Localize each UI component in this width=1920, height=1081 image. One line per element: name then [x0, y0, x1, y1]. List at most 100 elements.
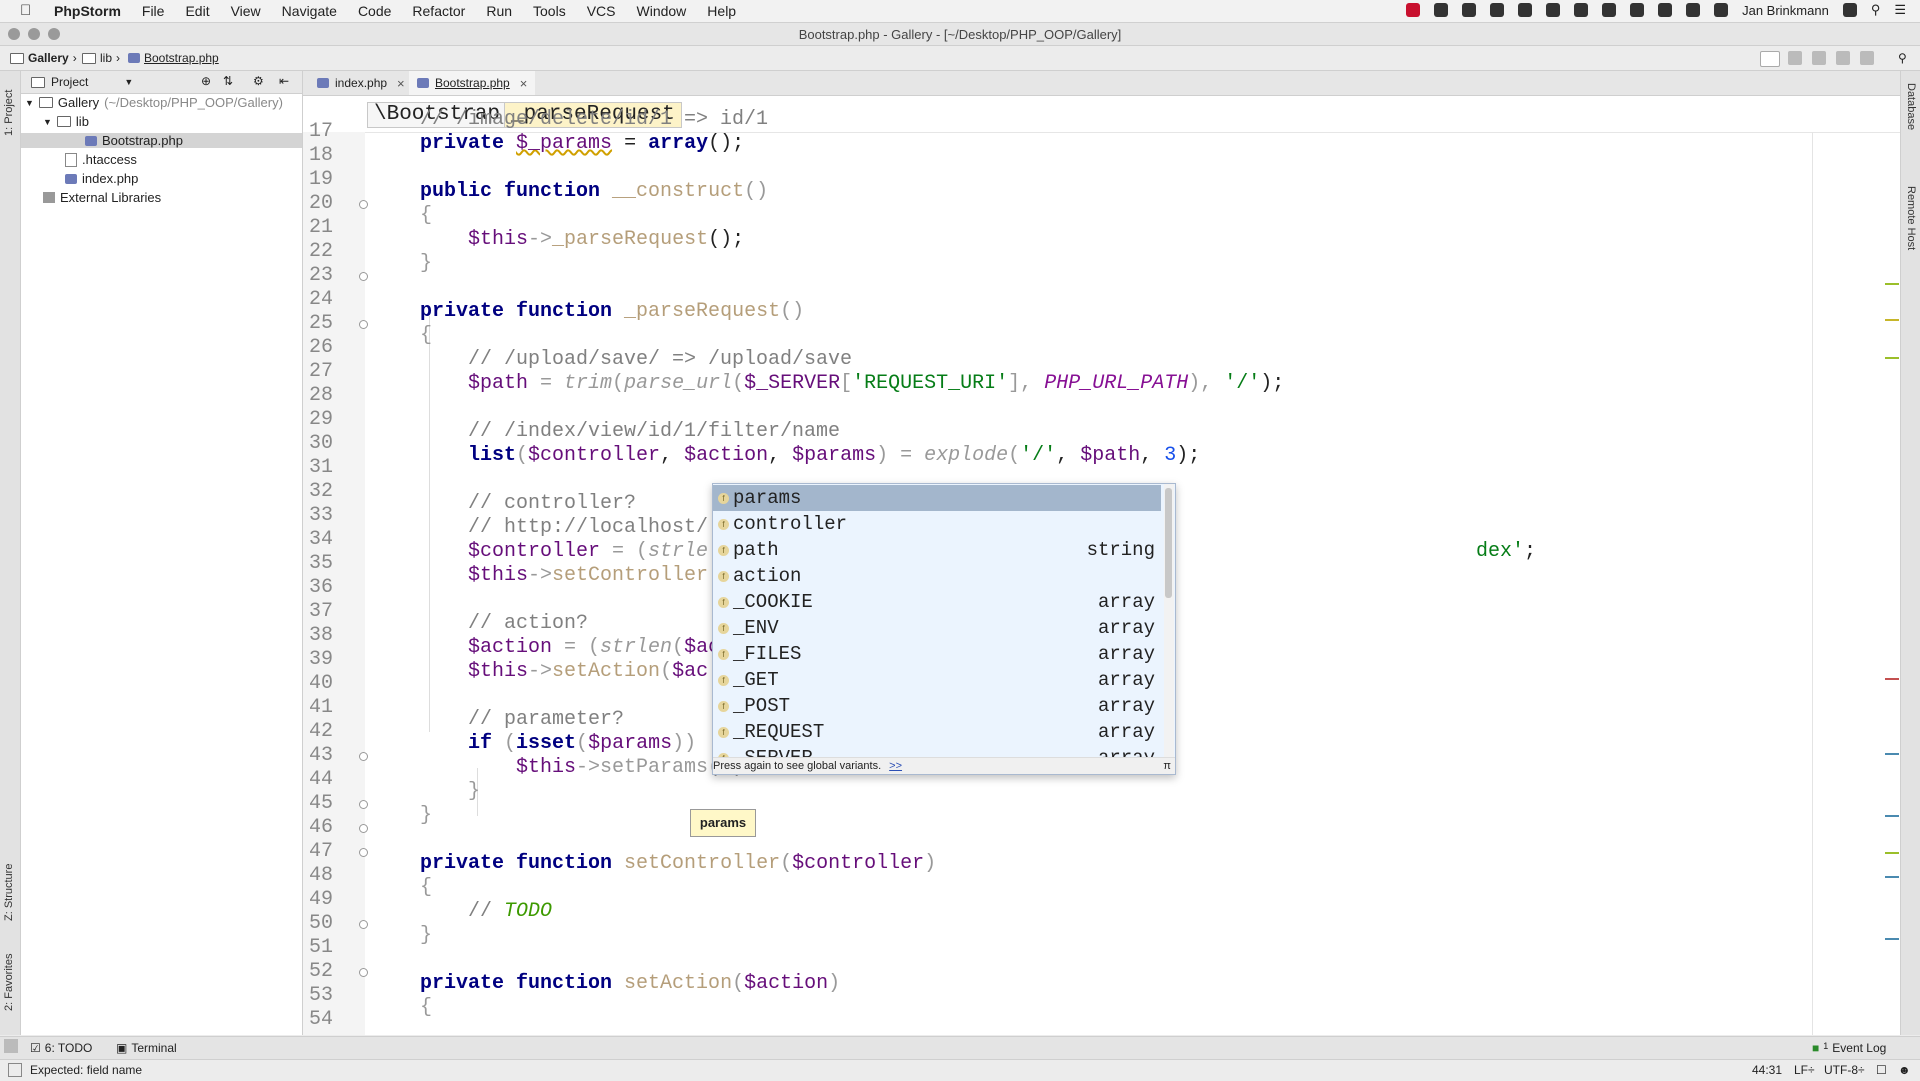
tree-item-index[interactable]: index.php — [65, 171, 138, 186]
todo-tool-button[interactable]: ☑ 6: TODO — [30, 1041, 92, 1055]
stripe-mark[interactable] — [1885, 319, 1899, 321]
stripe-mark[interactable] — [1885, 938, 1899, 940]
hide-panel-icon[interactable]: ⇤ — [279, 74, 289, 88]
tray-info-icon[interactable] — [1518, 3, 1533, 17]
event-log-button[interactable]: ■ 1 Event Log — [1812, 1041, 1886, 1055]
menu-run[interactable]: Run — [486, 3, 512, 19]
completion-item[interactable]: f action — [713, 563, 1161, 589]
completion-item[interactable]: f _POST array — [713, 693, 1161, 719]
menu-tools[interactable]: Tools — [533, 3, 566, 19]
project-view-dropdown[interactable]: Project ▼ — [31, 75, 133, 89]
tray-leaf-icon[interactable] — [1462, 3, 1477, 17]
stripe-mark[interactable] — [1885, 852, 1899, 854]
status-toggle-icon[interactable] — [8, 1063, 22, 1077]
stripe-mark[interactable] — [1885, 753, 1899, 755]
completion-item[interactable]: f _COOKIE array — [713, 589, 1161, 615]
fold-marker[interactable] — [359, 968, 368, 977]
tab-index-php[interactable]: index.php × — [309, 71, 413, 95]
tree-item-lib[interactable]: ▼ lib — [43, 114, 89, 129]
menu-view[interactable]: View — [231, 3, 261, 19]
structure-tool-button[interactable]: Z: Structure — [3, 864, 15, 921]
bluetooth-icon[interactable] — [1686, 3, 1701, 17]
tray-cloud-icon[interactable] — [1574, 3, 1589, 17]
pin-icon[interactable]: π — [1163, 758, 1171, 774]
line-separator[interactable]: LF÷ — [1794, 1063, 1815, 1077]
coverage-icon[interactable] — [1836, 51, 1850, 65]
database-tool-button[interactable]: Database — [1905, 83, 1917, 130]
completion-item[interactable]: f _FILES array — [713, 641, 1161, 667]
evernote-icon[interactable] — [1602, 3, 1617, 17]
run-config-dropdown[interactable] — [1760, 51, 1780, 67]
gear-icon[interactable]: ⚙ — [253, 74, 264, 88]
tray-plus-icon[interactable] — [1490, 3, 1505, 17]
completion-item[interactable]: f _REQUEST array — [713, 719, 1161, 745]
completion-item[interactable]: f _ENV array — [713, 615, 1161, 641]
menu-help[interactable]: Help — [707, 3, 736, 19]
run-icon[interactable] — [1788, 51, 1802, 65]
nav-crumb-lib[interactable]: lib › — [82, 51, 120, 65]
toggle-tool-windows-icon[interactable] — [4, 1039, 18, 1053]
apple-icon[interactable]:  — [20, 2, 31, 19]
stripe-mark[interactable] — [1885, 678, 1899, 680]
tree-item-htaccess[interactable]: .htaccess — [65, 152, 137, 167]
terminal-tool-button[interactable]: ▣ Terminal — [116, 1041, 177, 1055]
collapse-icon[interactable]: ⇅ — [223, 74, 233, 88]
tree-item-bootstrap[interactable]: Bootstrap.php — [21, 133, 302, 148]
fold-marker[interactable] — [359, 800, 368, 809]
file-encoding[interactable]: UTF-8÷ — [1824, 1063, 1865, 1077]
user-name[interactable]: Jan Brinkmann — [1742, 3, 1829, 18]
fold-marker[interactable] — [359, 272, 368, 281]
debug-icon[interactable] — [1812, 51, 1826, 65]
caret-position[interactable]: 44:31 — [1752, 1063, 1782, 1077]
project-tool-button[interactable]: 1: Project — [3, 90, 15, 136]
close-tab-icon[interactable]: × — [520, 76, 528, 91]
dropbox-icon[interactable] — [1434, 3, 1449, 17]
fold-marker[interactable] — [359, 200, 368, 209]
global-variants-link[interactable]: >> — [889, 760, 902, 772]
tray-user-icon[interactable] — [1842, 3, 1857, 17]
notification-center-icon[interactable]: ☰ — [1894, 2, 1906, 18]
close-tab-icon[interactable]: × — [397, 76, 405, 91]
tree-root-gallery[interactable]: ▼ Gallery (~/Desktop/PHP_OOP/Gallery) — [25, 95, 283, 110]
lock-icon[interactable]: ☐ — [1876, 1063, 1887, 1077]
volume-icon[interactable] — [1658, 3, 1673, 17]
favorites-tool-button[interactable]: 2: Favorites — [3, 954, 15, 1011]
popup-scrollbar[interactable] — [1164, 484, 1174, 764]
hector-icon[interactable]: ☻ — [1898, 1063, 1911, 1077]
tab-bootstrap-php[interactable]: Bootstrap.php × — [409, 71, 536, 95]
search-everywhere-icon[interactable]: ⚲ — [1898, 51, 1912, 65]
fold-marker[interactable] — [359, 752, 368, 761]
stripe-mark[interactable] — [1885, 357, 1899, 359]
tree-item-external-libraries[interactable]: External Libraries — [43, 190, 161, 205]
stripe-mark[interactable] — [1885, 876, 1899, 878]
remote-host-tool-button[interactable]: Remote Host — [1905, 186, 1917, 250]
nav-crumb-gallery[interactable]: Gallery › — [10, 51, 77, 65]
completion-item[interactable]: f _GET array — [713, 667, 1161, 693]
time-machine-icon[interactable] — [1714, 3, 1729, 17]
stripe-mark[interactable] — [1885, 283, 1899, 285]
app-menu[interactable]: PhpStorm — [54, 3, 121, 19]
menu-window[interactable]: Window — [637, 3, 687, 19]
target-icon[interactable]: ⊕ — [201, 74, 211, 88]
menu-file[interactable]: File — [142, 3, 165, 19]
completion-item[interactable]: f params — [713, 485, 1161, 511]
tray-book-icon[interactable] — [1546, 3, 1561, 17]
tray-drive-icon[interactable] — [1630, 3, 1645, 17]
popup-scrollbar-thumb[interactable] — [1165, 488, 1172, 598]
completion-item[interactable]: f path string — [713, 537, 1161, 563]
menu-code[interactable]: Code — [358, 3, 391, 19]
menu-navigate[interactable]: Navigate — [282, 3, 337, 19]
menu-vcs[interactable]: VCS — [587, 3, 616, 19]
completion-item[interactable]: f_SERVERarray — [713, 745, 1161, 757]
nav-crumb-bootstrap[interactable]: Bootstrap.php — [128, 51, 219, 65]
fold-marker[interactable] — [359, 920, 368, 929]
fold-marker[interactable] — [359, 848, 368, 857]
completion-item[interactable]: f controller — [713, 511, 1161, 537]
tray-app-icon[interactable] — [1406, 3, 1421, 17]
fold-marker[interactable] — [359, 824, 368, 833]
menu-refactor[interactable]: Refactor — [412, 3, 465, 19]
spotlight-icon[interactable]: ⚲ — [1871, 2, 1881, 18]
stripe-mark[interactable] — [1885, 815, 1899, 817]
menu-edit[interactable]: Edit — [185, 3, 209, 19]
fold-marker[interactable] — [359, 320, 368, 329]
